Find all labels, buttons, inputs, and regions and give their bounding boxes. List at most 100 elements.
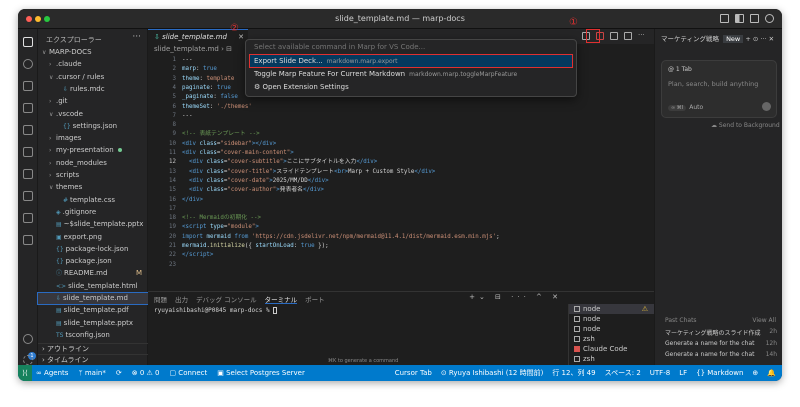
status-item[interactable]: ⟳	[116, 365, 122, 381]
command-palette-input[interactable]	[250, 42, 572, 53]
tree-item[interactable]: ◈ .gitignore	[38, 207, 148, 218]
status-item[interactable]: LF	[679, 365, 687, 381]
palette-command-item[interactable]: Toggle Marp Feature For Current Markdown…	[250, 68, 572, 80]
account-icon[interactable]	[23, 334, 33, 344]
chevron-icon: ›	[49, 135, 52, 143]
tree-item[interactable]: › scripts	[38, 170, 148, 181]
tree-item[interactable]: ∨ .cursor / rules	[38, 72, 148, 83]
agent-mode-pill[interactable]: ∞ ⌘I	[668, 105, 687, 111]
status-item[interactable]: ∞ Agents	[36, 365, 68, 381]
status-item[interactable]: ▢ Connect	[169, 365, 207, 381]
remote-indicator-icon[interactable]: ⟩⟨	[18, 365, 32, 381]
run-debug-icon[interactable]	[23, 125, 33, 135]
tree-item[interactable]: {} package-lock.json	[38, 244, 148, 255]
terminal-label: zsh	[583, 335, 595, 343]
modified-dot	[117, 148, 122, 153]
status-item[interactable]: ▣ Select Postgres Server	[217, 365, 305, 381]
timeline-section[interactable]: › タイムライン	[38, 354, 148, 365]
tree-item[interactable]: › images	[38, 133, 148, 144]
tree-item[interactable]: {} package.json	[38, 256, 148, 267]
view-all-link[interactable]: View All	[752, 317, 776, 324]
folder-icon[interactable]	[23, 213, 33, 223]
send-icon[interactable]	[762, 102, 771, 111]
status-item[interactable]: ⊙ Ryuya Ishibashi (12 時間前)	[441, 365, 543, 381]
status-item[interactable]: UTF-8	[650, 365, 670, 381]
tree-item[interactable]: <> slide_template.html	[38, 281, 148, 292]
tree-item-label: rules.mdc	[70, 84, 105, 93]
marp-command-icon[interactable]	[610, 32, 618, 40]
past-chat-item[interactable]: マーケティング戦略のスライド作成 2h	[665, 328, 777, 337]
status-item[interactable]: ⊗ 0 ⚠ 0	[132, 365, 160, 381]
terminal-output[interactable]: ryuyaishibashi@P0845 marp-docs %	[154, 307, 278, 314]
panel-tab[interactable]: ターミナル	[264, 294, 298, 304]
terminal-instance[interactable]: node	[569, 324, 654, 334]
outline-section[interactable]: › アウトライン	[38, 343, 148, 354]
split-editor-icon[interactable]	[624, 32, 632, 40]
tree-item[interactable]: › .claude	[38, 59, 148, 70]
manage-gear-icon[interactable]	[23, 355, 33, 365]
tree-item[interactable]: ∨ .vscode	[38, 109, 148, 120]
source-control-icon[interactable]	[23, 81, 33, 91]
toggle-secondary-sidebar-icon[interactable]	[750, 14, 759, 23]
panel-tab[interactable]: 出力	[175, 294, 188, 304]
status-item[interactable]: 🔔	[767, 365, 776, 381]
tree-item[interactable]: ∨ themes	[38, 182, 148, 193]
model-selector[interactable]: ∞ ⌘I Auto	[668, 104, 703, 111]
toggle-sidebar-icon[interactable]	[720, 14, 729, 23]
terminal-instance[interactable]: Claude Code	[569, 344, 654, 354]
chat-composer[interactable]: @ 1 Tab Plan, search, build anything ∞ ⌘…	[661, 60, 777, 118]
testing-icon[interactable]	[23, 169, 33, 179]
search-icon[interactable]	[23, 59, 33, 69]
status-item[interactable]: 行 12、列 49	[552, 365, 595, 381]
tree-item[interactable]: › .git	[38, 96, 148, 107]
extensions-cube-icon[interactable]	[23, 103, 33, 113]
tree-item[interactable]: ▣ export.png	[38, 232, 148, 243]
new-chat-button[interactable]: New	[723, 35, 744, 43]
tree-item[interactable]: ⓘ README.md M	[38, 268, 148, 279]
cloud-icon: ☁	[711, 122, 719, 129]
extensions-icon[interactable]	[23, 191, 33, 201]
tree-item[interactable]: TS tsconfig.json	[38, 330, 148, 341]
tree-item[interactable]: ⇩ slide_template.md	[37, 292, 149, 305]
tree-item-label: slide_template.md	[63, 294, 128, 302]
more-editor-actions-icon[interactable]: ···	[638, 32, 646, 40]
status-item[interactable]: {} Markdown	[696, 365, 743, 381]
close-tab-icon[interactable]: ✕	[238, 30, 244, 44]
panel-controls[interactable]: +⌄ ⊟ ··· ^ ✕	[469, 293, 562, 301]
tree-item[interactable]: ⇩ rules.mdc	[38, 84, 148, 95]
status-item[interactable]: ⊕	[752, 365, 758, 381]
tree-item[interactable]: › my-presentation	[38, 145, 148, 156]
past-chat-item[interactable]: Generate a name for the chat 14h	[665, 351, 777, 358]
panel-tab[interactable]: デバッグ コンソール	[196, 294, 257, 304]
panel-tab[interactable]: ポート	[305, 294, 325, 304]
past-chat-item[interactable]: Generate a name for the chat 12h	[665, 340, 777, 347]
status-item[interactable]: Cursor Tab	[395, 365, 432, 381]
workspace-folder[interactable]: ∨ MARP-DOCS	[38, 47, 148, 58]
remote-explorer-icon[interactable]	[23, 147, 33, 157]
tree-item[interactable]: {} settings.json	[38, 121, 148, 132]
tree-item[interactable]: ▤ slide_template.pdf	[38, 305, 148, 316]
palette-command-item[interactable]: Export Slide Deck... markdown.marp.export	[249, 54, 573, 68]
database-icon[interactable]	[23, 235, 33, 245]
terminal-instance[interactable]: node	[569, 314, 654, 324]
tree-item[interactable]: ▤ slide_template.pptx	[38, 318, 148, 329]
code-line-current: 12 <div class="cover-subtitle">ここにサブタイトル…	[169, 159, 378, 166]
panel-tab[interactable]: 問題	[154, 294, 167, 304]
tree-item[interactable]: › node_modules	[38, 158, 148, 169]
context-tab-chip[interactable]: @ 1 Tab	[668, 66, 692, 73]
terminal-instance[interactable]: zsh	[569, 334, 654, 344]
palette-command-item[interactable]: ⚙ Open Extension Settings	[250, 81, 572, 93]
terminal-instance[interactable]: node ⚠	[569, 304, 654, 314]
send-to-background-button[interactable]: ☁ Send to Background	[711, 122, 780, 129]
tree-item[interactable]: # template.css	[38, 195, 148, 206]
status-item[interactable]: スペース: 2	[605, 365, 641, 381]
status-item[interactable]: ᛘ main*	[78, 365, 105, 381]
terminal-instance[interactable]: zsh	[569, 354, 654, 364]
chat-header-actions[interactable]: + ⊙ ··· ✕	[745, 35, 774, 43]
toggle-panel-icon[interactable]	[735, 14, 744, 23]
explorer-icon[interactable]	[23, 37, 33, 47]
tree-item[interactable]: ▤ ~$slide_template.pptx	[38, 219, 148, 230]
settings-gear-icon[interactable]	[765, 14, 774, 23]
tree-item-label: slide_template.html	[68, 281, 138, 290]
more-actions-icon[interactable]: ···	[132, 32, 141, 42]
